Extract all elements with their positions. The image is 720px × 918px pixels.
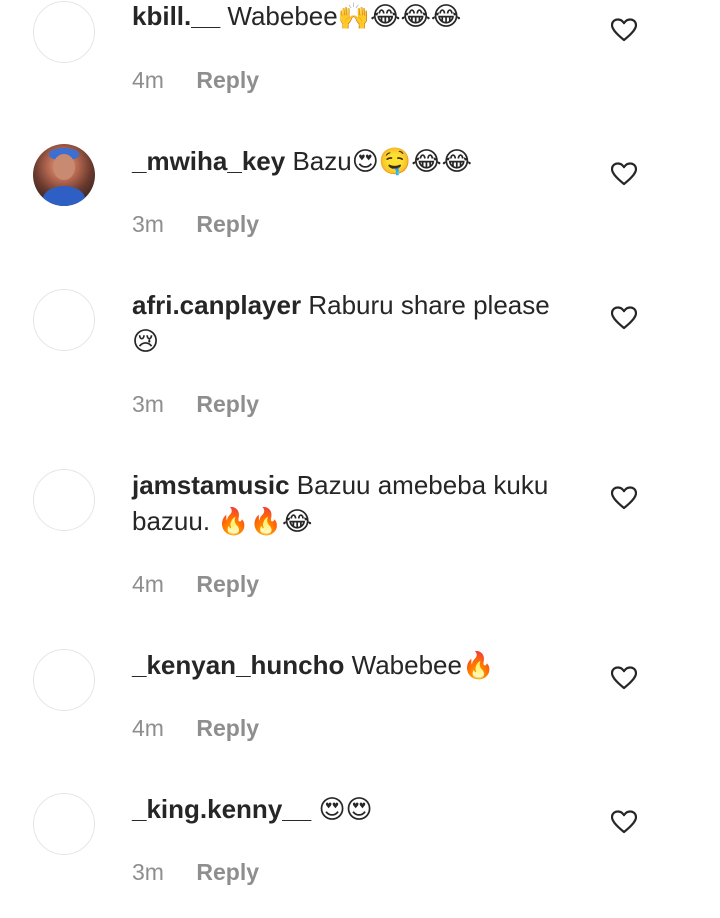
comment-time: 4m (132, 715, 164, 741)
reply-button[interactable]: Reply (196, 571, 259, 597)
comment-username[interactable]: _mwiha_key (132, 146, 285, 176)
comment-text: _mwiha_key Bazu😍🤤😂😂 (132, 143, 582, 180)
comment-text: _king.kenny__ 😍😍 (132, 791, 582, 828)
comment-emoji: 😍😍 (318, 795, 373, 825)
avatar[interactable] (33, 469, 95, 531)
comment-body: Wabebee (227, 1, 338, 31)
comment-username[interactable]: afri.canplayer (132, 290, 301, 320)
comment-username[interactable]: _king.kenny__ (132, 794, 311, 824)
comment-username[interactable]: _kenyan_huncho (132, 650, 344, 680)
comment-emoji: 🔥🔥😂 (217, 507, 313, 537)
comment-meta: 3m Reply (132, 857, 259, 887)
comment-body: Wabebee (351, 650, 462, 680)
avatar[interactable] (33, 289, 95, 351)
like-heart-icon[interactable] (611, 162, 637, 186)
comment-time: 4m (132, 571, 164, 597)
reply-button[interactable]: Reply (196, 67, 259, 93)
avatar-face (53, 154, 75, 180)
avatar-shirt (43, 186, 85, 206)
comment-meta: 3m Reply (132, 389, 259, 419)
comment-text: afri.canplayer Raburu share please 😢 (132, 287, 582, 360)
avatar[interactable] (33, 793, 95, 855)
comment-emoji: 🙌😂😂😂 (337, 2, 462, 32)
comment-time: 3m (132, 211, 164, 237)
comment-body: Raburu share please (308, 290, 550, 320)
comment-text: jamstamusic Bazuu amebeba kuku bazuu. 🔥🔥… (132, 467, 582, 540)
comment-emoji: 🔥 (461, 651, 495, 681)
comment-username[interactable]: jamstamusic (132, 470, 290, 500)
comment-time: 4m (132, 67, 164, 93)
like-heart-icon[interactable] (611, 306, 637, 330)
comment-time: 3m (132, 391, 164, 417)
reply-button[interactable]: Reply (196, 391, 259, 417)
like-heart-icon[interactable] (611, 666, 637, 690)
reply-button[interactable]: Reply (196, 211, 259, 237)
comment-text: _kenyan_huncho Wabebee🔥 (132, 647, 582, 684)
avatar[interactable] (33, 1, 95, 63)
comment-meta: 4m Reply (132, 713, 259, 743)
comment-text: kbill.__ Wabebee🙌😂😂😂 (132, 0, 582, 35)
comment-body: Bazu (292, 146, 352, 176)
comment-emoji: 😢 (132, 327, 160, 357)
comment-meta: 4m Reply (132, 65, 259, 95)
comment-emoji: 😍🤤😂😂 (351, 147, 472, 177)
like-heart-icon[interactable] (611, 18, 637, 42)
avatar[interactable] (33, 649, 95, 711)
reply-button[interactable]: Reply (196, 715, 259, 741)
like-heart-icon[interactable] (611, 810, 637, 834)
reply-button[interactable]: Reply (196, 859, 259, 885)
comment-meta: 3m Reply (132, 209, 259, 239)
avatar[interactable] (33, 144, 95, 206)
comment-meta: 4m Reply (132, 569, 259, 599)
comment-time: 3m (132, 859, 164, 885)
comment-username[interactable]: kbill.__ (132, 1, 220, 31)
like-heart-icon[interactable] (611, 486, 637, 510)
